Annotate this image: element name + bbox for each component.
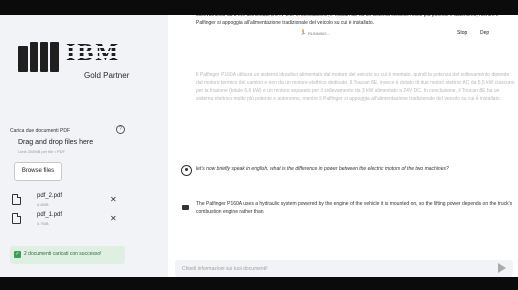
sm-logo [18,42,60,72]
success-text: 2 documenti caricati con successo! [24,251,102,257]
assistant-message: The Palfinger P160A uses a hydraulic sys… [196,201,513,215]
bot-avatar-icon [181,203,190,212]
ibm-logo: IBM [66,40,120,66]
browse-files-button[interactable]: Browse files [14,162,62,181]
file-name: pdf_1.pdf [37,212,63,218]
dropzone-title: Drag and drop files here [18,139,94,146]
file-size: 0.7MB [37,221,49,226]
uploaded-file: pdf_1.pdf 0.7MB ✕ [12,212,132,230]
chat-input[interactable] [180,262,484,276]
dropzone-limit: Limit 200MB per file • PDF [18,149,65,154]
assistant-message-faded: Il Palfinger P160A utilizza un sistema i… [196,72,515,102]
file-name: pdf_2.pdf [37,193,63,199]
deploy-button[interactable]: Dep [480,30,489,36]
remove-file-icon[interactable]: ✕ [110,214,117,223]
main-content [168,15,518,277]
remove-file-icon[interactable]: ✕ [110,195,117,204]
file-icon [12,213,21,224]
uploaded-file: pdf_2.pdf 0.6MB ✕ [12,193,132,211]
user-avatar-icon [181,165,192,176]
checkbox-icon: ✓ [14,251,21,258]
send-icon[interactable] [498,263,506,273]
assistant-message-partial: sollevamento da 3 kW alimentato a 24V DC… [196,15,499,26]
file-size: 0.6MB [37,202,49,207]
running-icon: 🏃 [300,30,307,36]
app-window: IBM Gold Partner Carica due documenti PD… [0,15,518,277]
stop-button[interactable]: Stop [457,30,467,36]
file-icon [12,194,21,205]
user-message: let's now briefly speak in english, what… [196,166,449,172]
success-alert: ✓ 2 documenti caricati con successo! [10,246,125,264]
help-icon[interactable]: ? [116,125,125,134]
sidebar: IBM Gold Partner Carica due documenti PD… [0,15,168,277]
chat-input-box [175,260,513,277]
status-text: RUNNING... [308,31,330,36]
upload-label: Carica due documenti PDF [10,128,71,134]
partner-label: Gold Partner [84,71,130,80]
